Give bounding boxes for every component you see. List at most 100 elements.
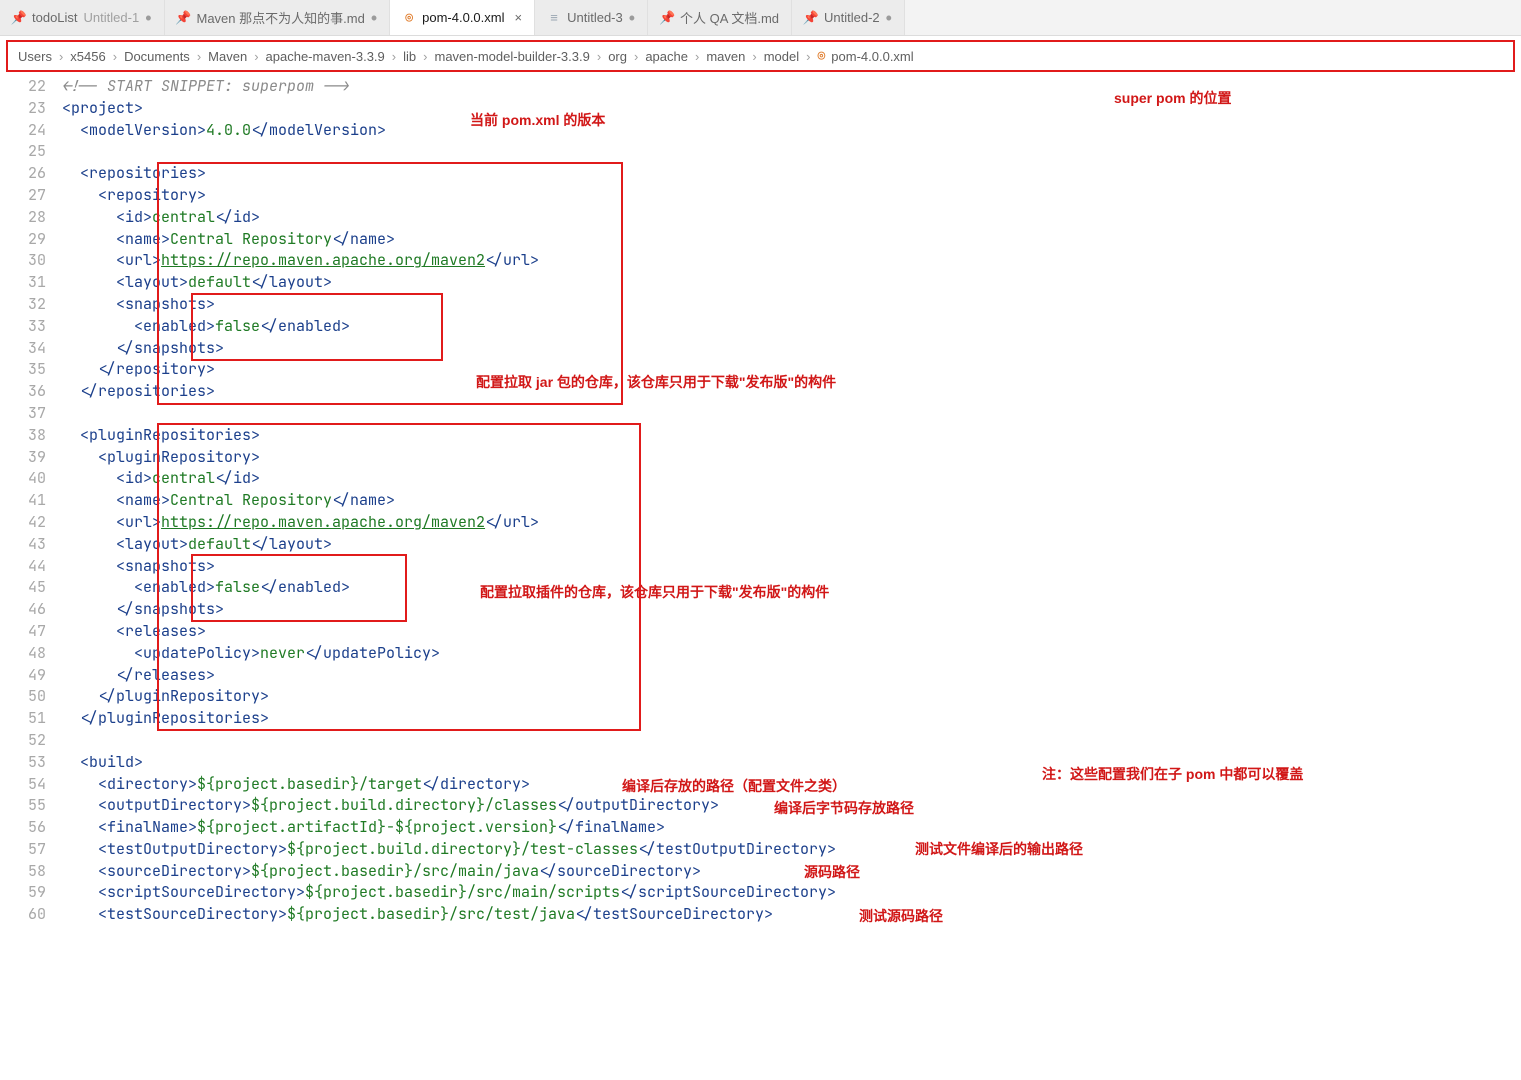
code-line[interactable]: <snapshots> (62, 294, 1521, 316)
tab-dirty-icon: • (371, 9, 377, 27)
breadcrumb-segment[interactable]: Maven (208, 49, 247, 64)
code-line[interactable] (62, 403, 1521, 425)
code-line[interactable]: <id>central</id> (62, 207, 1521, 229)
tab-close-icon[interactable]: × (515, 10, 523, 25)
line-number: 49 (0, 665, 46, 687)
code-line[interactable] (62, 730, 1521, 752)
line-number: 57 (0, 839, 46, 861)
pin-icon: 📌 (12, 11, 26, 25)
code-line[interactable]: <testOutputDirectory>${project.build.dir… (62, 839, 1521, 861)
code-line[interactable]: <finalName>${project.artifactId}-${proje… (62, 817, 1521, 839)
line-number: 32 (0, 294, 46, 316)
code-line[interactable]: <sourceDirectory>${project.basedir}/src/… (62, 861, 1521, 883)
code-line[interactable]: <!-- START SNIPPET: superpom --> (62, 76, 1521, 98)
tab-3[interactable]: ≡Untitled-3• (535, 0, 648, 35)
code-line[interactable]: <url>https://repo.maven.apache.org/maven… (62, 250, 1521, 272)
code-line[interactable]: <updatePolicy>never</updatePolicy> (62, 643, 1521, 665)
code-line[interactable] (62, 141, 1521, 163)
tab-label: Untitled-2 (824, 10, 880, 25)
breadcrumb-segment[interactable]: model (764, 49, 799, 64)
breadcrumb-segment[interactable]: Documents (124, 49, 190, 64)
breadcrumb-segment[interactable]: apache-maven-3.3.9 (266, 49, 385, 64)
annotation-label: 注：这些配置我们在子 pom 中都可以覆盖 (1042, 764, 1303, 786)
breadcrumb-segment[interactable]: maven-model-builder-3.3.9 (434, 49, 589, 64)
breadcrumb-segment[interactable]: x5456 (70, 49, 105, 64)
annotation-label: 当前 pom.xml 的版本 (470, 110, 605, 132)
line-number: 37 (0, 403, 46, 425)
code-line[interactable]: <layout>default</layout> (62, 272, 1521, 294)
annotation-label: super pom 的位置 (1114, 88, 1231, 110)
breadcrumb-segment[interactable]: lib (403, 49, 416, 64)
code-line[interactable]: </pluginRepository> (62, 686, 1521, 708)
annotation-label: 测试文件编译后的输出路径 (915, 839, 1083, 861)
line-number: 40 (0, 468, 46, 490)
code-area[interactable]: <!-- START SNIPPET: superpom --><project… (62, 76, 1521, 926)
line-number: 50 (0, 686, 46, 708)
line-number: 45 (0, 577, 46, 599)
line-number: 47 (0, 621, 46, 643)
tab-label: todoList (32, 10, 78, 25)
tab-label: Untitled-3 (567, 10, 623, 25)
annotation-label: 编译后存放的路径（配置文件之类） (622, 776, 846, 798)
line-number: 59 (0, 882, 46, 904)
code-line[interactable]: <testSourceDirectory>${project.basedir}/… (62, 904, 1521, 926)
code-line[interactable]: <repositories> (62, 163, 1521, 185)
tab-4[interactable]: 📌 个人 QA 文档.md (648, 0, 792, 35)
code-line[interactable]: <modelVersion>4.0.0</modelVersion> (62, 120, 1521, 142)
annotation-label: 配置拉取插件的仓库，该仓库只用于下载"发布版"的构件 (480, 582, 829, 604)
code-line[interactable]: </pluginRepositories> (62, 708, 1521, 730)
line-number: 31 (0, 272, 46, 294)
pin-icon: 📌 (177, 11, 191, 25)
code-line[interactable]: <id>central</id> (62, 468, 1521, 490)
code-line[interactable]: <pluginRepositories> (62, 425, 1521, 447)
chevron-right-icon: › (110, 49, 120, 64)
pin-icon: 📌 (804, 11, 818, 25)
code-line[interactable]: </snapshots> (62, 338, 1521, 360)
code-line[interactable]: <repository> (62, 185, 1521, 207)
code-line[interactable]: <project> (62, 98, 1521, 120)
code-line[interactable]: <enabled>false</enabled> (62, 316, 1521, 338)
line-number: 43 (0, 534, 46, 556)
chevron-right-icon: › (803, 49, 813, 64)
chevron-right-icon: › (251, 49, 261, 64)
breadcrumb-segment[interactable]: apache (645, 49, 688, 64)
text-icon: ≡ (547, 11, 561, 25)
code-line[interactable]: <url>https://repo.maven.apache.org/maven… (62, 512, 1521, 534)
code-line[interactable]: <releases> (62, 621, 1521, 643)
code-line[interactable]: <snapshots> (62, 556, 1521, 578)
code-editor[interactable]: 2223242526272829303132333435363738394041… (0, 76, 1521, 926)
line-number: 51 (0, 708, 46, 730)
code-line[interactable]: </releases> (62, 665, 1521, 687)
breadcrumb[interactable]: Users › x5456 › Documents › Maven › apache-maven… (6, 40, 1515, 72)
line-number: 58 (0, 861, 46, 883)
code-line[interactable]: <layout>default</layout> (62, 534, 1521, 556)
annotation-label: 配置拉取 jar 包的仓库，该仓库只用于下载"发布版"的构件 (476, 372, 836, 394)
breadcrumb-segment[interactable]: Users (18, 49, 52, 64)
tab-2[interactable]: ⌾pom-4.0.0.xml× (390, 0, 535, 35)
breadcrumb-segment[interactable]: org (608, 49, 627, 64)
line-number: 27 (0, 185, 46, 207)
line-number: 33 (0, 316, 46, 338)
tab-1[interactable]: 📌Maven 那点不为人知的事.md• (165, 0, 391, 35)
pin-icon: 📌 (660, 11, 674, 25)
line-number: 52 (0, 730, 46, 752)
line-number: 22 (0, 76, 46, 98)
code-line[interactable]: <name>Central Repository</name> (62, 490, 1521, 512)
code-line[interactable]: <scriptSourceDirectory>${project.basedir… (62, 882, 1521, 904)
code-line[interactable]: <pluginRepository> (62, 447, 1521, 469)
line-number: 41 (0, 490, 46, 512)
breadcrumb-segment[interactable]: pom-4.0.0.xml (831, 49, 913, 64)
chevron-right-icon: › (749, 49, 759, 64)
annotation-label: 编译后字节码存放路径 (774, 798, 914, 820)
line-number: 26 (0, 163, 46, 185)
tab-5[interactable]: 📌Untitled-2• (792, 0, 905, 35)
tab-0[interactable]: 📌todoList Untitled-1• (0, 0, 165, 35)
breadcrumb-segment[interactable]: maven (706, 49, 745, 64)
tab-label: 个人 QA 文档.md (680, 8, 779, 27)
line-number: 39 (0, 447, 46, 469)
editor-tabs: 📌todoList Untitled-1•📌Maven 那点不为人知的事.md•… (0, 0, 1521, 36)
tab-label: pom-4.0.0.xml (422, 10, 504, 25)
line-number: 24 (0, 120, 46, 142)
annotation-label: 测试源码路径 (859, 906, 943, 928)
code-line[interactable]: <name>Central Repository</name> (62, 229, 1521, 251)
